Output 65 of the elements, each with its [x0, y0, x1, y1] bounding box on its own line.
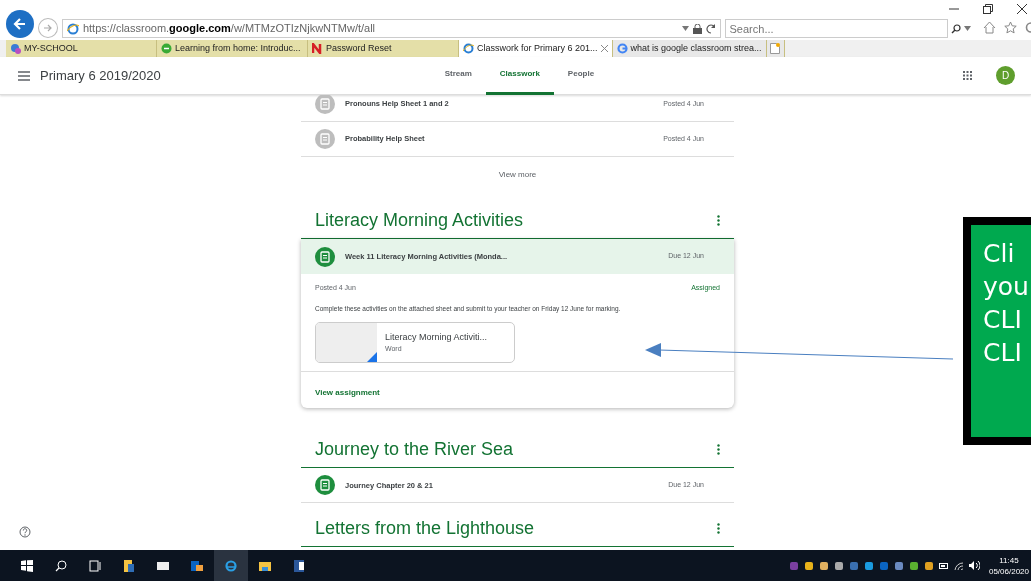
school-logo-icon [10, 43, 21, 54]
dropdown-caret-icon [681, 26, 689, 31]
apps-grid-icon[interactable] [963, 71, 972, 80]
clock-time: 11:45 [998, 554, 1020, 566]
search-icon [951, 23, 961, 34]
browser-tab[interactable]: what is google classroom strea... [612, 40, 767, 57]
callout-text: you [983, 271, 1030, 303]
assignment-icon [315, 246, 335, 267]
help-icon[interactable] [19, 526, 31, 538]
browser-logo-icon [463, 43, 474, 54]
favorites-star-icon[interactable] [1004, 21, 1017, 34]
folder-icon[interactable] [259, 559, 271, 572]
topic-title: Letters from the Lighthouse [315, 517, 535, 541]
dropdown-caret-icon [964, 26, 971, 31]
file-folder-icon[interactable] [123, 559, 135, 572]
more-options-icon[interactable] [717, 523, 720, 535]
browser-logo-icon[interactable] [225, 559, 237, 572]
url-text: https://classroom.google.com/w/MTMzOTIzNjkwNTMw/t/all [82, 21, 377, 37]
refresh-icon [705, 23, 716, 34]
search-icon[interactable] [55, 559, 67, 572]
address-bar[interactable]: https://classroom.google.com/w/MTMzOTIzNjkwNTMw/t/all [61, 19, 721, 38]
view-assignment-link[interactable]: View assignment [315, 388, 380, 398]
more-options-icon[interactable] [717, 215, 720, 226]
search-engine-logo-icon [616, 43, 628, 54]
close-icon[interactable] [1017, 4, 1027, 14]
callout-text: CLI [983, 337, 1023, 369]
menu-icon[interactable] [18, 70, 30, 81]
callout-text: Cli [983, 238, 1016, 270]
nav-tab[interactable]: People [553, 56, 609, 95]
battery-icon[interactable] [938, 561, 949, 570]
letter-logo-icon [312, 43, 323, 54]
system-clock[interactable]: 11:45 05/06/2020 [984, 554, 1029, 577]
start-icon[interactable] [21, 559, 33, 572]
nav-tab[interactable]: Stream [430, 56, 486, 95]
forward-arrow-icon [42, 23, 53, 33]
circle-logo-icon [161, 43, 172, 54]
clock-date: 05/06/2020 [988, 565, 1029, 577]
more-options-icon[interactable] [717, 444, 720, 456]
browser-tab[interactable]: Classwork for Primary 6 201... [459, 40, 613, 57]
speaker-icon[interactable] [968, 561, 980, 570]
task-view-icon[interactable] [89, 559, 101, 572]
new-tab-icon [770, 43, 781, 54]
nav-tab[interactable]: Classwork [485, 56, 554, 95]
file-type-corner-icon [365, 352, 377, 363]
back-button[interactable] [6, 10, 34, 38]
callout-text: CLI [983, 304, 1023, 336]
search-field[interactable]: Search... [724, 19, 948, 38]
course-title: Primary 6 2019/2020 [40, 66, 161, 85]
material-icon [315, 129, 335, 149]
lock-icon [692, 23, 702, 34]
view-more-link[interactable]: View more [487, 157, 548, 181]
home-icon[interactable] [983, 21, 996, 34]
browser-tab[interactable]: MY-SCHOOL [6, 40, 157, 57]
back-arrow-icon [12, 17, 27, 31]
topic-title: Literacy Morning Activities [315, 209, 524, 232]
wifi-icon[interactable] [953, 561, 964, 570]
browser-logo-icon [66, 22, 79, 35]
browser-tab[interactable]: Learning from home: Introduc... [157, 40, 308, 57]
attachment-name: Literacy Morning Activiti... [385, 330, 488, 344]
browser-tab[interactable]: Password Reset [308, 40, 459, 57]
material-icon [315, 95, 335, 114]
assignment-icon [315, 475, 335, 496]
topic-title: Journey to the River Sea [315, 438, 514, 462]
restore-icon[interactable] [983, 4, 993, 14]
document-app-icon[interactable] [293, 559, 305, 572]
